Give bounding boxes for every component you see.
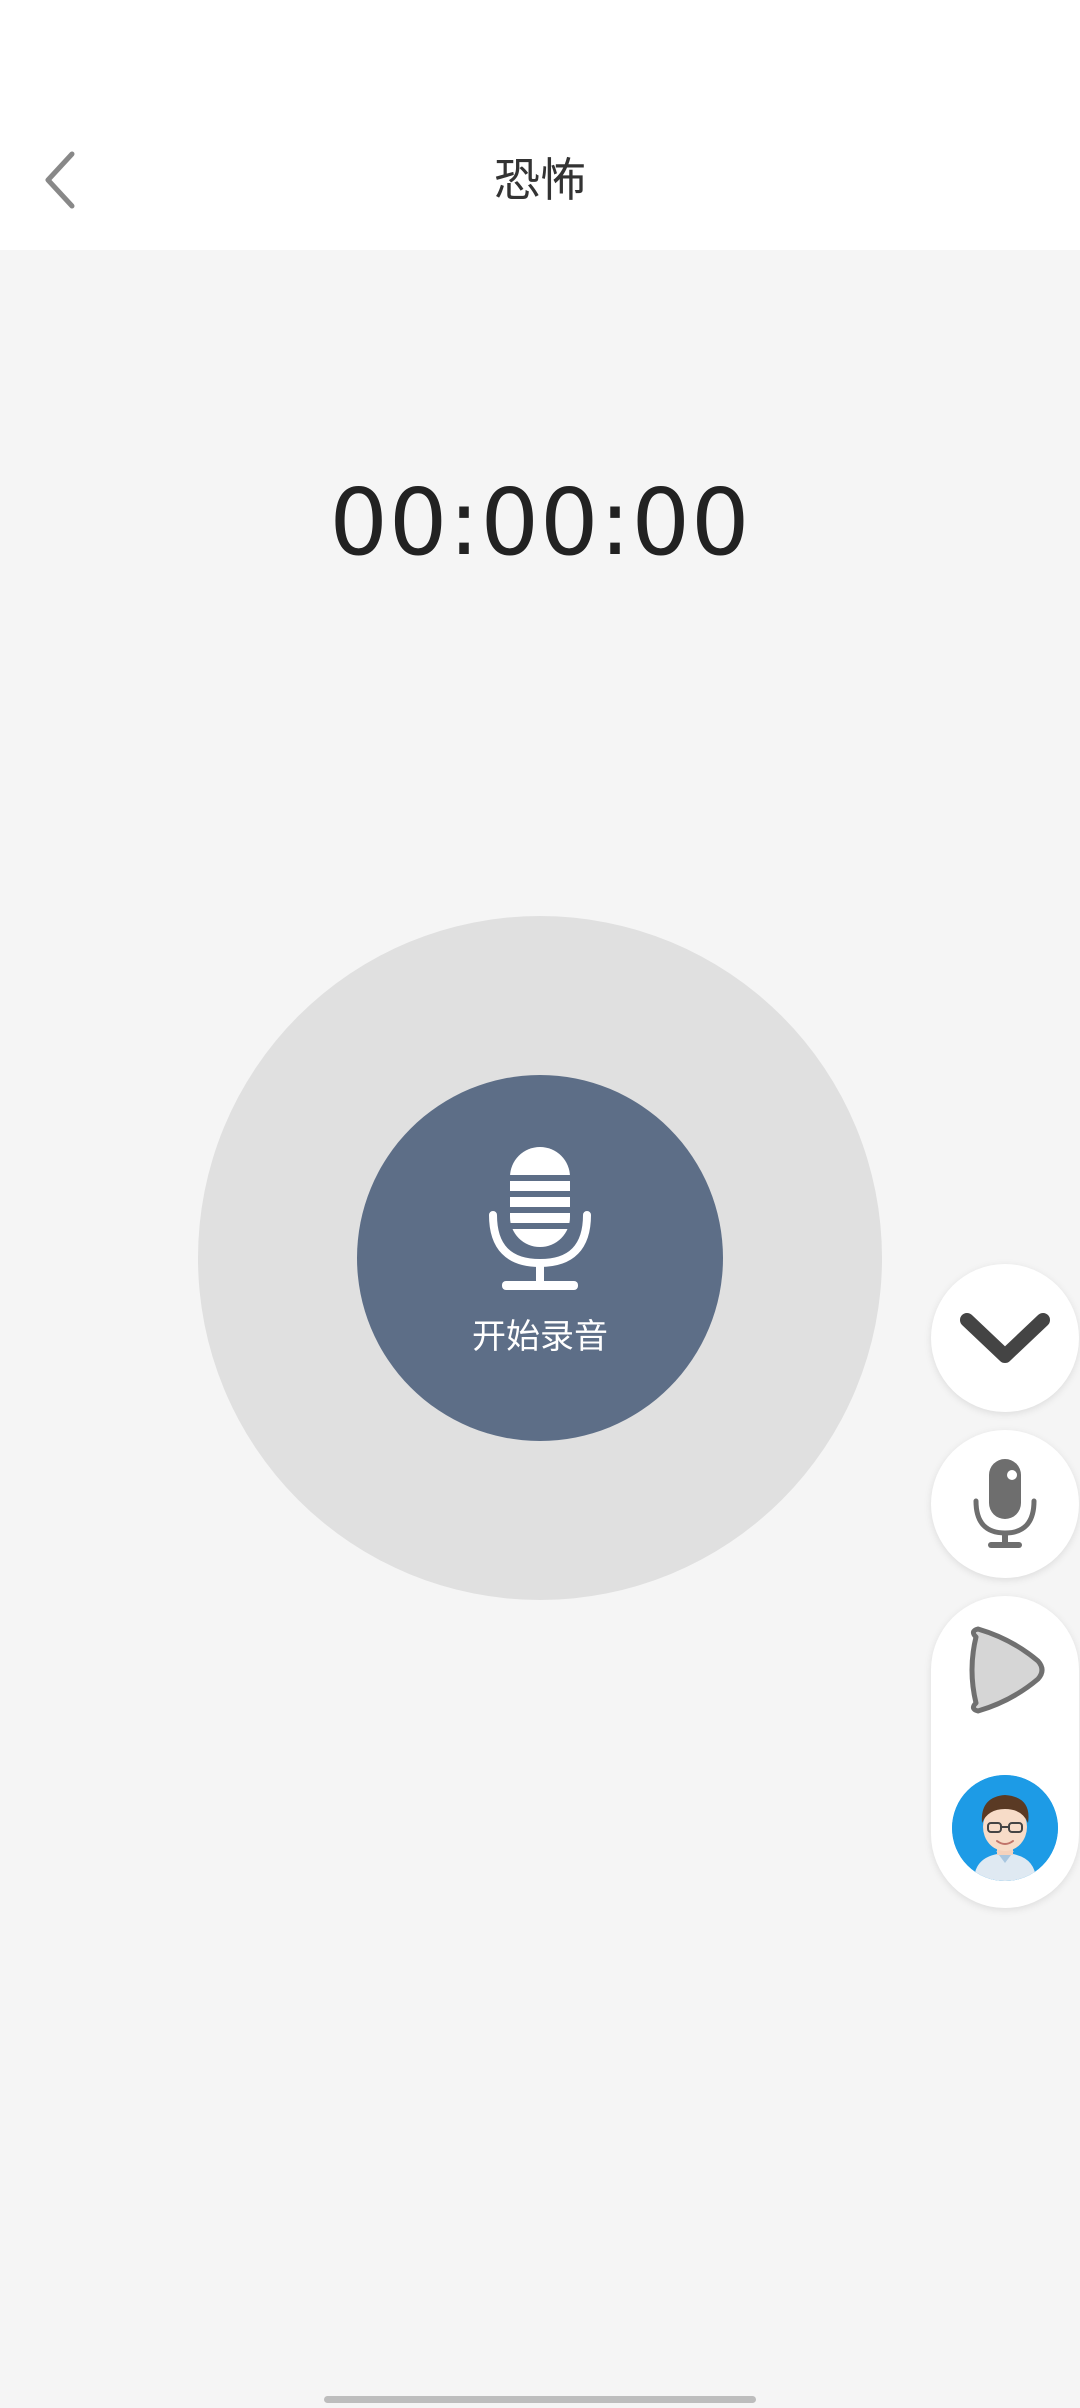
app-header: 恐怖 xyxy=(0,110,1080,250)
start-record-button[interactable]: 开始录音 xyxy=(357,1075,723,1441)
play-icon xyxy=(969,1626,1045,1714)
collapse-button[interactable] xyxy=(931,1264,1079,1412)
status-bar xyxy=(0,0,1080,110)
avatar xyxy=(952,1775,1058,1881)
avatar-icon xyxy=(952,1775,1058,1881)
microphone-icon xyxy=(973,1459,1037,1548)
home-indicator[interactable] xyxy=(324,2396,756,2403)
play-button[interactable] xyxy=(931,1596,1079,1744)
microphone-icon xyxy=(489,1147,591,1290)
voice-button[interactable] xyxy=(931,1430,1079,1578)
page-title: 恐怖 xyxy=(494,153,586,207)
avatar-button[interactable] xyxy=(931,1754,1079,1902)
floating-action-pill xyxy=(931,1596,1079,1908)
start-record-label: 开始录音 xyxy=(472,1317,608,1357)
chevron-down-icon xyxy=(960,1313,1050,1363)
recording-screen: 恐怖 00:00:00 开始录音 xyxy=(0,0,1080,2408)
elapsed-time: 00:00:00 xyxy=(329,469,751,576)
